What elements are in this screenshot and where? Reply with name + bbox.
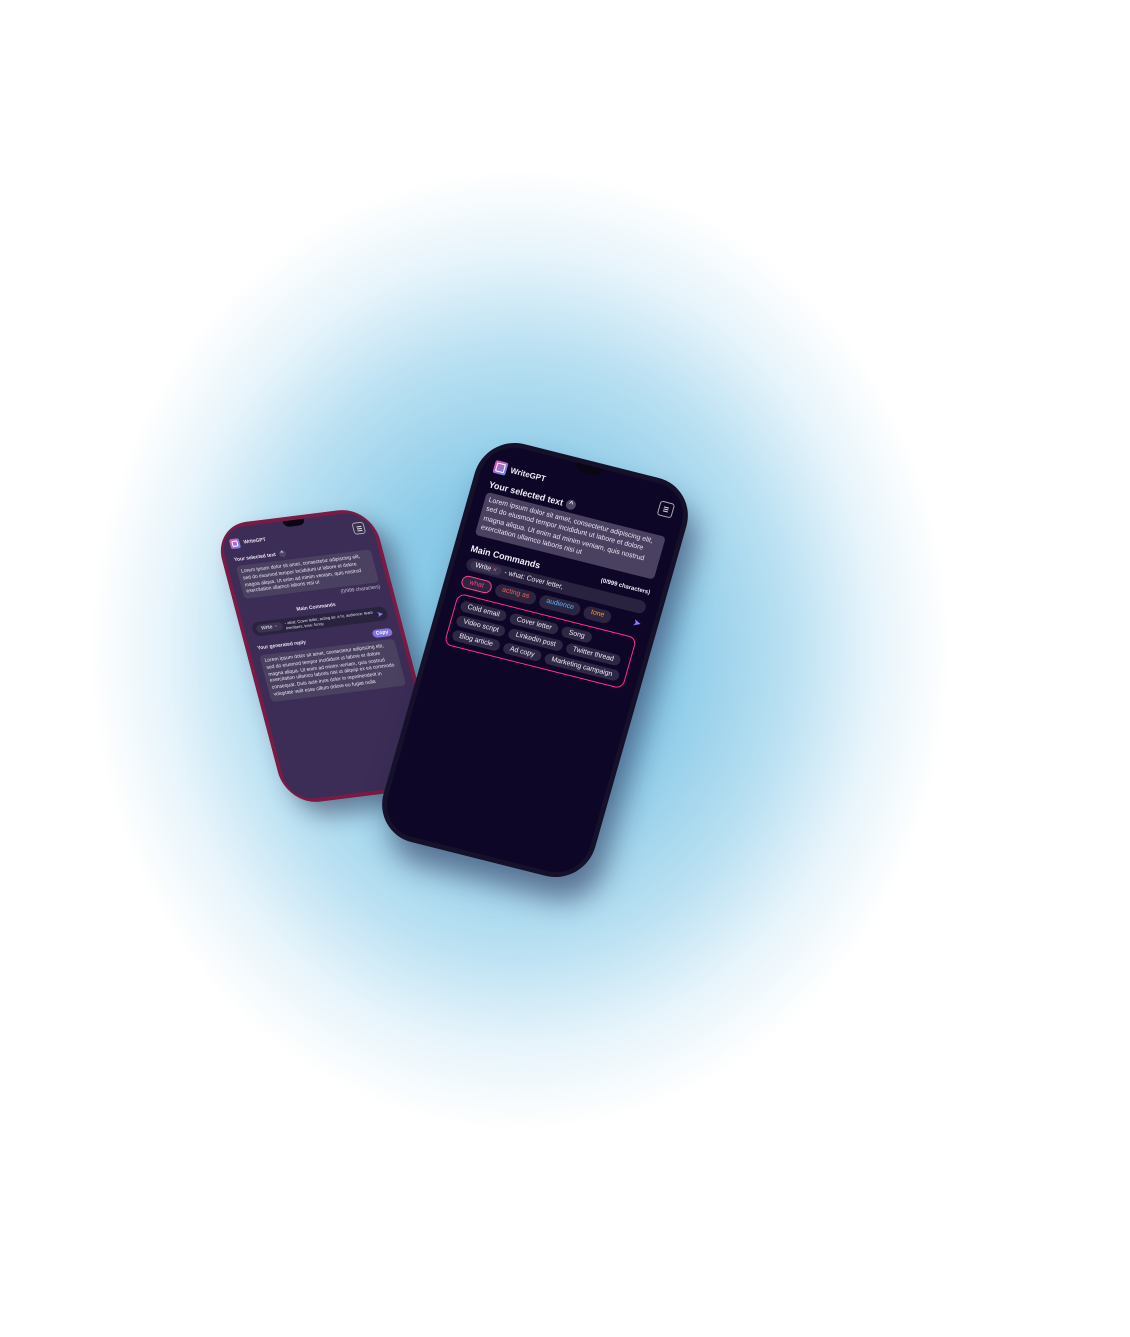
write-chip[interactable]: Write×	[255, 621, 284, 634]
hamburger-menu-icon[interactable]	[656, 500, 676, 519]
write-chip[interactable]: Write×	[469, 559, 503, 577]
app-title: WriteGPT	[242, 536, 267, 546]
write-chip-label: Write	[474, 561, 492, 573]
front-phone-screen: WriteGPT Your selected text ^ Lorem ipsu…	[378, 440, 692, 880]
chevron-up-icon[interactable]: ^	[564, 498, 577, 511]
tag-tone[interactable]: tone	[582, 604, 613, 625]
write-chip-label: Write	[260, 624, 274, 632]
send-icon[interactable]: ➤	[376, 609, 385, 619]
main-commands-label: Main Commands	[295, 601, 337, 613]
remove-x-icon[interactable]: ×	[492, 566, 498, 574]
app-title: WriteGPT	[509, 465, 547, 484]
writegpt-logo-icon	[228, 538, 242, 550]
chevron-up-icon[interactable]: ^	[277, 549, 287, 558]
notch	[574, 462, 604, 478]
send-icon[interactable]: ➤	[631, 617, 642, 632]
copy-button[interactable]: Copy	[371, 627, 394, 639]
hamburger-menu-icon[interactable]	[351, 521, 367, 535]
front-phone-mockup: WriteGPT Your selected text ^ Lorem ipsu…	[372, 434, 698, 886]
writegpt-logo-icon	[492, 459, 509, 476]
notch	[282, 518, 306, 528]
suggestion-song[interactable]: Song	[560, 625, 593, 644]
remove-x-icon[interactable]: ×	[274, 624, 278, 630]
tag-what[interactable]: what	[459, 574, 494, 595]
